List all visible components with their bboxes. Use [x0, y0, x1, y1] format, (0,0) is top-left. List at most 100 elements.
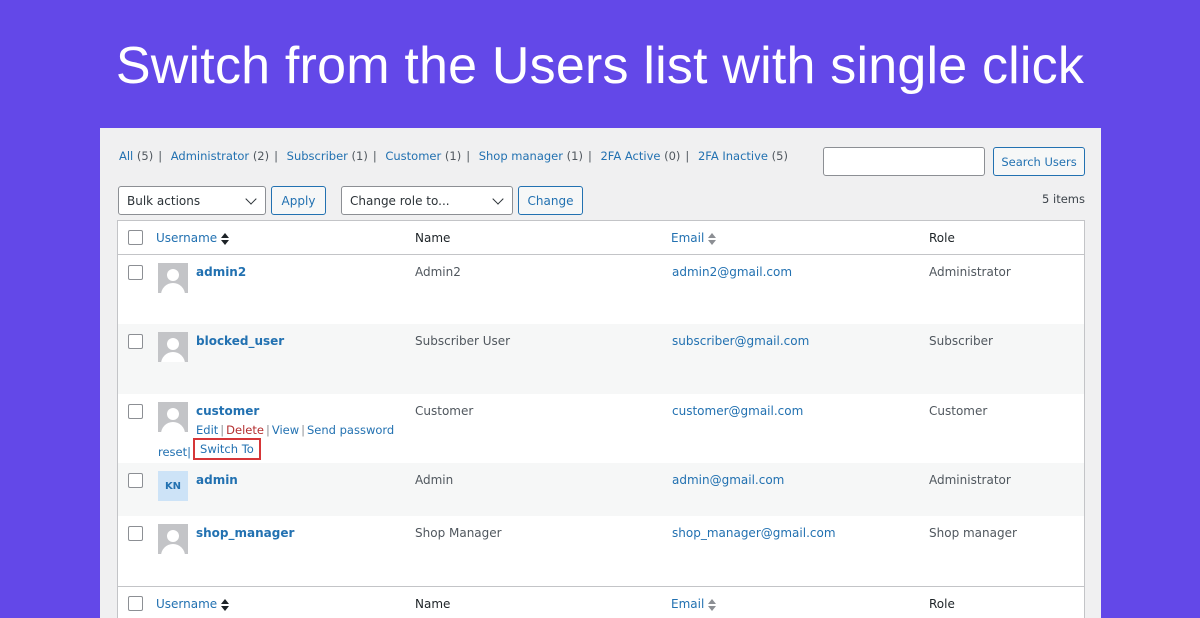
chevron-down-icon [492, 193, 504, 205]
filter-separator: | [587, 149, 592, 163]
user-role: Administrator [929, 473, 1011, 487]
switch-to-link[interactable]: Switch To [193, 438, 261, 460]
user-name: Customer [415, 404, 474, 418]
table-row: customer Edit | Delete | View | Send password … [118, 394, 1084, 463]
avatar [158, 332, 188, 362]
avatar [158, 524, 188, 554]
username-link[interactable]: customer [196, 404, 259, 418]
users-table: Username Name Email Role admin2 Admin2 a… [117, 220, 1085, 618]
filter-2fa-active[interactable]: 2FA Active [600, 149, 660, 163]
user-role: Subscriber [929, 334, 993, 348]
filter-all[interactable]: All [119, 149, 133, 163]
row-checkbox[interactable] [128, 404, 143, 419]
view-link[interactable]: View [272, 423, 299, 437]
filter-administrator[interactable]: Administrator [171, 149, 249, 163]
users-panel: All (5) | Administrator (2) | Subscriber (… [100, 128, 1101, 618]
row-checkbox[interactable] [128, 334, 143, 349]
items-count: 5 items [1042, 192, 1085, 206]
page-headline: Switch from the Users list with single c… [115, 37, 1085, 95]
user-name: Admin2 [415, 265, 461, 279]
row-checkbox[interactable] [128, 526, 143, 541]
column-username-label: Username [156, 231, 218, 245]
delete-link[interactable]: Delete [226, 423, 264, 437]
email-link[interactable]: subscriber@gmail.com [672, 334, 809, 348]
column-email-sort[interactable]: Email [671, 231, 717, 245]
column-email-sort-footer[interactable]: Email [671, 597, 717, 611]
filter-2fa-inactive-count: (5) [771, 149, 788, 163]
bulk-actions-value: Bulk actions [127, 193, 201, 208]
filter-2fa-active-count: (0) [664, 149, 681, 163]
apply-button[interactable]: Apply [271, 186, 326, 215]
table-row: KN admin Admin admin@gmail.com Administr… [118, 463, 1084, 516]
filter-separator: | [372, 149, 377, 163]
filter-administrator-count: (2) [252, 149, 270, 163]
column-name-label: Name [415, 231, 451, 245]
column-username-label: Username [156, 597, 218, 611]
username-link[interactable]: admin [196, 473, 238, 487]
user-name: Subscriber User [415, 334, 511, 348]
avatar: KN [158, 471, 188, 501]
email-link[interactable]: admin@gmail.com [672, 473, 784, 487]
filter-separator: | [685, 149, 690, 163]
column-role-label: Role [929, 231, 955, 245]
change-role-value: Change role to... [350, 193, 450, 208]
filter-customer[interactable]: Customer [385, 149, 441, 163]
sort-icon [221, 232, 230, 245]
select-all-checkbox[interactable] [128, 230, 143, 245]
column-email-label: Email [671, 231, 705, 245]
row-actions-continued: reset| Switch To [158, 438, 261, 463]
user-name: Admin [415, 473, 454, 487]
sort-icon [708, 232, 717, 245]
action-separator: | [301, 423, 305, 437]
edit-link[interactable]: Edit [196, 423, 218, 437]
action-separator: | [220, 423, 225, 437]
filter-separator: | [466, 149, 471, 163]
table-footer: Username Name Email Role [118, 586, 1084, 618]
column-name-label: Name [415, 597, 451, 611]
sort-icon [221, 598, 230, 611]
username-link[interactable]: shop_manager [196, 526, 294, 540]
filter-2fa-inactive[interactable]: 2FA Inactive [698, 149, 768, 163]
change-role-button[interactable]: Change [518, 186, 583, 215]
action-separator: | [187, 445, 192, 459]
filter-customer-count: (1) [444, 149, 462, 163]
send-password-reset-link[interactable]: Send password [307, 423, 394, 437]
user-name: Shop Manager [415, 526, 502, 540]
table-header: Username Name Email Role [118, 221, 1084, 255]
email-link[interactable]: shop_manager@gmail.com [672, 526, 836, 540]
column-role-label: Role [929, 597, 955, 611]
filter-shop-manager-count: (1) [566, 149, 583, 163]
email-link[interactable]: admin2@gmail.com [672, 265, 792, 279]
table-row: blocked_user Subscriber User subscriber@… [118, 324, 1084, 394]
email-link[interactable]: customer@gmail.com [672, 404, 803, 418]
row-checkbox[interactable] [128, 265, 143, 280]
row-actions: Edit | Delete | View | Send password [196, 423, 394, 437]
avatar [158, 263, 188, 293]
column-email-label: Email [671, 597, 705, 611]
filter-subscriber-count: (1) [351, 149, 368, 163]
table-row: admin2 Admin2 admin2@gmail.com Administr… [118, 255, 1084, 324]
filter-shop-manager[interactable]: Shop manager [479, 149, 563, 163]
user-role: Administrator [929, 265, 1011, 279]
search-users-button[interactable]: Search Users [993, 147, 1085, 176]
username-link[interactable]: admin2 [196, 265, 246, 279]
avatar [158, 402, 188, 432]
row-checkbox[interactable] [128, 473, 143, 488]
select-all-checkbox-footer[interactable] [128, 596, 143, 611]
action-separator: | [265, 423, 270, 437]
role-filter-links: All (5) | Administrator (2) | Subscriber (… [119, 149, 788, 163]
filter-separator: | [274, 149, 278, 163]
filter-subscriber[interactable]: Subscriber [287, 149, 348, 163]
bulk-actions-select[interactable]: Bulk actions [118, 186, 266, 215]
send-password-reset-link-continued[interactable]: reset [158, 445, 187, 459]
change-role-select[interactable]: Change role to... [341, 186, 513, 215]
filter-separator: | [158, 149, 163, 163]
username-link[interactable]: blocked_user [196, 334, 284, 348]
filter-all-count: (5) [136, 149, 154, 163]
table-row: shop_manager Shop Manager shop_manager@g… [118, 516, 1084, 586]
chevron-down-icon [245, 193, 257, 205]
user-role: Customer [929, 404, 988, 418]
column-username-sort-footer[interactable]: Username [156, 597, 230, 611]
column-username-sort[interactable]: Username [156, 231, 230, 245]
search-users-input[interactable] [823, 147, 985, 176]
